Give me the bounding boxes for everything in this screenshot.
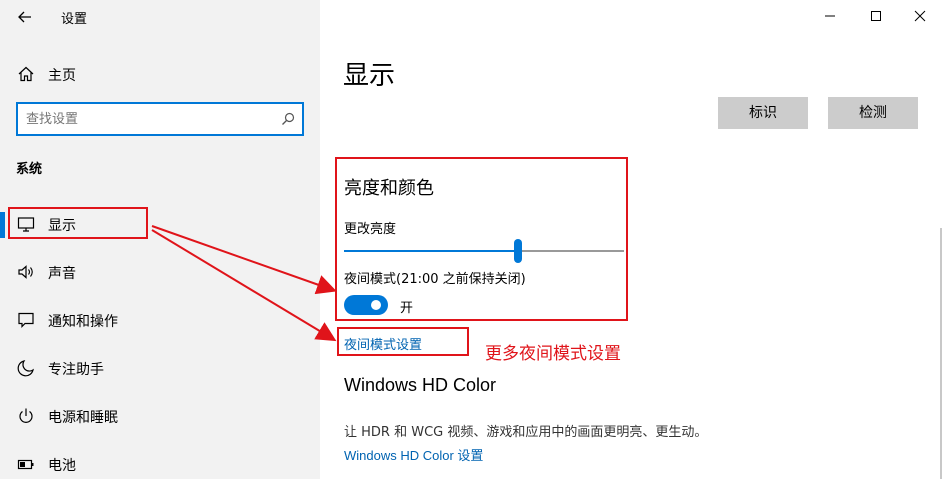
annotation-text: 更多夜间模式设置 <box>485 344 621 364</box>
annotation-arrow <box>151 225 337 295</box>
annotation-arrows <box>151 225 337 342</box>
annotation-arrow <box>151 229 337 342</box>
